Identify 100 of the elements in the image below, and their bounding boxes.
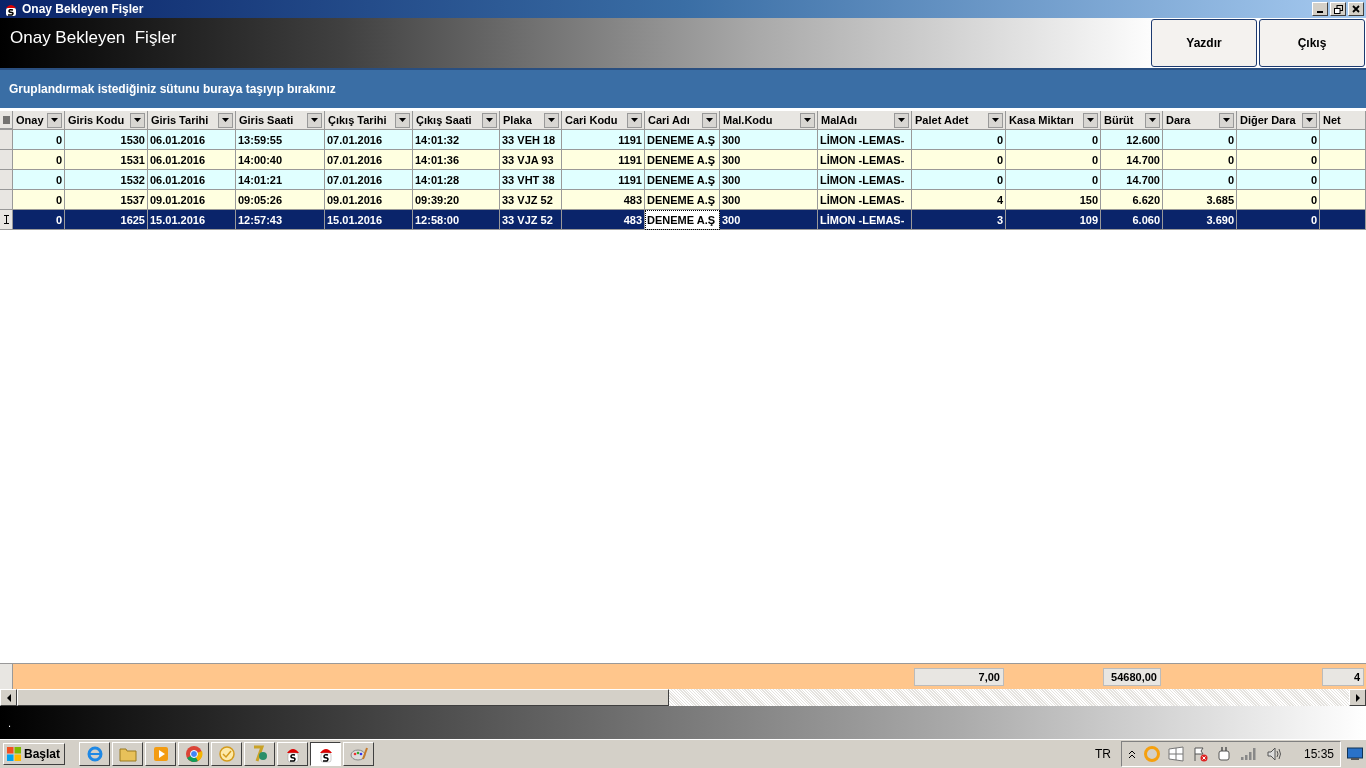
table-cell: 0 [1227, 153, 1234, 166]
table-cell: 0 [55, 153, 62, 166]
column-header[interactable]: Bürüt [1101, 111, 1163, 129]
table-cell: 0 [1310, 213, 1317, 226]
filter-dropdown[interactable] [1302, 112, 1317, 128]
speaker-icon[interactable] [1265, 746, 1284, 762]
flag-x-icon[interactable] [1191, 746, 1208, 762]
filter-dropdown[interactable] [800, 112, 815, 128]
paint-palette-icon [349, 745, 368, 763]
caret-icon [134, 118, 141, 122]
column-header[interactable]: Giris Tarihi [148, 111, 236, 129]
filter-dropdown[interactable] [1083, 112, 1098, 128]
table-cell: 0 [1310, 133, 1317, 146]
column-chooser[interactable] [0, 111, 13, 129]
table-cell: 300 [722, 213, 741, 226]
filter-dropdown[interactable] [47, 112, 62, 128]
summary-value: 4 [1322, 667, 1364, 686]
caret-icon [1087, 118, 1094, 122]
column-header[interactable]: Giris Saati [236, 111, 325, 129]
column-header[interactable]: Dara [1163, 111, 1237, 129]
show-desktop-icon[interactable] [1347, 747, 1363, 761]
start-button[interactable]: Başlat [3, 743, 66, 765]
table-cell: 0 [1310, 173, 1317, 186]
window-grid-icon[interactable] [1167, 746, 1184, 762]
caret-icon [804, 118, 811, 122]
minimize-button[interactable] [1312, 2, 1328, 16]
chrome-icon [184, 745, 203, 763]
restore-icon [1333, 4, 1343, 14]
column-header[interactable]: Kasa Miktarı [1006, 111, 1101, 129]
filter-dropdown[interactable] [307, 112, 322, 128]
table-cell: 300 [722, 193, 741, 206]
chevron-up-icon[interactable] [1127, 749, 1136, 759]
table-cell: 1625 [120, 213, 145, 226]
table-cell: 3.690 [1206, 213, 1234, 226]
scroll-left-button[interactable] [0, 689, 17, 706]
filter-dropdown[interactable] [1219, 112, 1234, 128]
table-cell: LİMON -LEMAS- [820, 153, 905, 166]
power-plug-icon[interactable] [1215, 746, 1232, 762]
play-icon [152, 746, 169, 762]
filter-dropdown[interactable] [988, 112, 1003, 128]
filter-dropdown[interactable] [395, 112, 410, 128]
column-header[interactable]: Çıkış Tarihi [325, 111, 413, 129]
caret-icon [486, 118, 493, 122]
filter-dropdown[interactable] [702, 112, 717, 128]
text-cursor-icon [3, 215, 9, 224]
filter-dropdown[interactable] [894, 112, 909, 128]
table-cell: DENEME A.Ş [647, 133, 716, 146]
table-row[interactable]: 0 1531 06.01.2016 14:00:40 07.01.2016 14:01:36 33 VJA 93 1191 DENEME A.Ş 300 LİMON -LEMAS- 0 0 14.700 0 0 [0, 150, 1366, 170]
filter-dropdown[interactable] [1145, 112, 1160, 128]
filter-dropdown[interactable] [544, 112, 559, 128]
table-row[interactable]: 0 1537 09.01.2016 09:05:26 09.01.2016 09:39:20 33 VJZ 52 483 DENEME A.Ş 300 LİMON -LEMAS- 4 150 6.620 3.685 0 [0, 190, 1366, 210]
table-cell: 6.620 [1132, 193, 1160, 206]
filter-dropdown[interactable] [627, 112, 642, 128]
close-icon [1352, 5, 1360, 13]
status-text: . [8, 716, 12, 729]
table-cell: 300 [722, 173, 741, 186]
column-header[interactable]: Giris Kodu [65, 111, 148, 129]
scroll-thumb[interactable] [17, 689, 669, 706]
browser-e-icon [85, 745, 104, 763]
horizontal-scrollbar[interactable] [0, 689, 1366, 706]
column-header[interactable]: Cari Adı [645, 111, 720, 129]
table-cell: 0 [1227, 173, 1234, 186]
language-indicator[interactable]: TR [1094, 747, 1111, 761]
table-cell: 1530 [120, 133, 145, 146]
table-cell: 33 VJZ 52 [502, 193, 553, 206]
table-cell: 0 [55, 173, 62, 186]
filter-dropdown[interactable] [130, 112, 145, 128]
table-cell: 14.700 [1126, 173, 1160, 186]
column-header[interactable]: Cari Kodu [562, 111, 645, 129]
table-cell: 0 [55, 133, 62, 146]
row-indicator[interactable] [0, 210, 13, 230]
table-cell: 14:01:28 [415, 173, 460, 186]
exit-button[interactable]: Çıkış [1259, 19, 1365, 67]
column-header[interactable]: Palet Adet [912, 111, 1006, 129]
filter-dropdown[interactable] [218, 112, 233, 128]
clock-time[interactable]: 15:35 [1303, 747, 1334, 761]
table-row[interactable]: 0 1532 06.01.2016 14:01:21 07.01.2016 14:01:28 33 VHT 38 1191 DENEME A.Ş 300 LİMON -LEMAS- 0 0 14.700 0 0 [0, 170, 1366, 190]
caret-icon [1306, 118, 1313, 122]
close-button[interactable] [1348, 2, 1364, 16]
table-cell: 483 [623, 193, 642, 206]
taskbar-app-button[interactable] [310, 742, 342, 766]
restore-button[interactable] [1330, 2, 1346, 16]
column-header[interactable]: Mal.Kodu [720, 111, 818, 129]
column-header[interactable]: MalAdı [818, 111, 912, 129]
column-header[interactable]: Çıkış Saati [413, 111, 500, 129]
scroll-right-button[interactable] [1349, 689, 1366, 706]
table-cell: 12:57:43 [238, 213, 283, 226]
filter-dropdown[interactable] [482, 112, 497, 128]
table-cell: 1537 [120, 193, 145, 206]
table-cell: DENEME A.Ş [647, 153, 716, 166]
column-header[interactable]: Net [1320, 111, 1366, 129]
table-cell: 1191 [618, 173, 642, 186]
table-cell: 0 [1310, 193, 1317, 206]
column-header[interactable]: Diğer Dara [1237, 111, 1320, 129]
column-header[interactable]: Plaka [500, 111, 562, 129]
table-row[interactable]: 0 1625 15.01.2016 12:57:43 15.01.2016 12:58:00 33 VJZ 52 483 DENEME A.Ş 300 LİMON -LEMAS- 3 109 6.060 3.690 0 [0, 210, 1366, 230]
table-cell: 33 VHT 38 [502, 173, 555, 186]
column-header[interactable]: Onay [13, 111, 65, 129]
table-row[interactable]: 0 1530 06.01.2016 13:59:55 07.01.2016 14:01:32 33 VEH 18 1191 DENEME A.Ş 300 LİMON -LEMAS- 0 0 12.600 0 0 [0, 130, 1366, 150]
print-button[interactable]: Yazdır [1151, 19, 1257, 67]
